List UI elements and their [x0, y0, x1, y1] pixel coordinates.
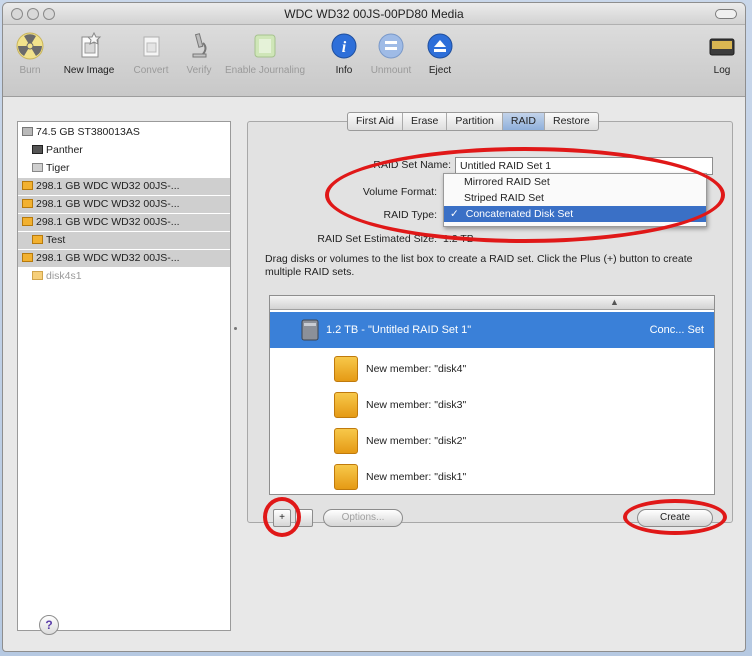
- help-button[interactable]: ?: [39, 615, 59, 635]
- verify-button[interactable]: Verify: [179, 31, 219, 76]
- splitter-handle[interactable]: [234, 327, 237, 330]
- annotation-oval-create: [623, 499, 727, 535]
- info-button[interactable]: i Info: [329, 31, 359, 76]
- unmount-button[interactable]: Unmount: [369, 31, 413, 76]
- external-disk-icon: [22, 181, 33, 190]
- eject-icon: [427, 33, 453, 59]
- burn-label: Burn: [19, 65, 41, 76]
- raid-set-icon: [301, 319, 319, 341]
- enable-journaling-label: Enable Journaling: [224, 65, 306, 76]
- tab-bar: First Aid Erase Partition RAID Restore: [347, 112, 599, 131]
- sidebar-item-label: 298.1 GB WDC WD32 00JS-...: [36, 252, 180, 264]
- info-label: Info: [335, 65, 353, 76]
- sidebar-item-disk4s1[interactable]: disk4s1: [18, 268, 230, 285]
- eject-button[interactable]: Eject: [423, 31, 457, 76]
- tab-partition[interactable]: Partition: [447, 113, 503, 130]
- volume-icon: [32, 145, 43, 154]
- log-icon: [709, 38, 735, 56]
- sidebar-item-label: 298.1 GB WDC WD32 00JS-...: [36, 180, 180, 192]
- convert-button[interactable]: Convert: [129, 31, 173, 76]
- sidebar-item-label: 298.1 GB WDC WD32 00JS-...: [36, 216, 180, 228]
- disk-list-sidebar: 74.5 GB ST380013AS Panther Tiger 298.1 G…: [17, 121, 231, 631]
- info-icon: i: [331, 33, 357, 59]
- sidebar-item-test[interactable]: Test: [18, 232, 230, 249]
- disk-utility-window: WDC WD32 00JS-00PD80 Media Burn New Imag…: [2, 2, 746, 652]
- list-header: ▲: [270, 296, 714, 310]
- minimize-window-button[interactable]: [27, 8, 39, 20]
- new-image-icon: [81, 31, 102, 58]
- member-row-disk4[interactable]: New member: "disk4": [270, 352, 714, 386]
- toolbar: Burn New Image Convert Verify Enable Jou…: [3, 25, 745, 97]
- sidebar-item-panther[interactable]: Panther: [18, 142, 230, 159]
- svg-text:i: i: [342, 39, 347, 56]
- sidebar-item-disk1[interactable]: 298.1 GB WDC WD32 00JS-...: [18, 178, 230, 195]
- sidebar-item-label: 74.5 GB ST380013AS: [36, 126, 140, 138]
- raid-set-type: Conc... Set: [649, 324, 704, 336]
- window-title: WDC WD32 00JS-00PD80 Media: [284, 7, 464, 21]
- sidebar-item-label: Panther: [46, 144, 83, 156]
- external-drive-icon: [334, 464, 358, 490]
- tab-raid[interactable]: RAID: [502, 113, 545, 130]
- options-button[interactable]: Options...: [323, 509, 403, 527]
- sidebar-item-tiger[interactable]: Tiger: [18, 160, 230, 177]
- log-button[interactable]: Log: [707, 31, 737, 76]
- journaling-icon: [254, 34, 276, 58]
- sidebar-item-disk2[interactable]: 298.1 GB WDC WD32 00JS-...: [18, 196, 230, 213]
- external-drive-icon: [334, 356, 358, 382]
- annotation-oval-plus: [263, 497, 301, 537]
- convert-icon: [143, 36, 160, 57]
- toolbar-toggle-button[interactable]: [715, 9, 737, 19]
- tab-first-aid[interactable]: First Aid: [348, 113, 403, 130]
- tab-restore[interactable]: Restore: [545, 113, 598, 130]
- log-label: Log: [713, 65, 731, 76]
- burn-button[interactable]: Burn: [13, 31, 47, 76]
- member-row-disk3[interactable]: New member: "disk3": [270, 388, 714, 422]
- new-image-label: New Image: [63, 65, 115, 76]
- sidebar-item-disk3[interactable]: 298.1 GB WDC WD32 00JS-...: [18, 214, 230, 231]
- sidebar-item-disk4[interactable]: 298.1 GB WDC WD32 00JS-...: [18, 250, 230, 267]
- member-row-disk1[interactable]: New member: "disk1": [270, 460, 714, 494]
- member-label: New member: "disk1": [366, 471, 467, 483]
- sidebar-item-label: 298.1 GB WDC WD32 00JS-...: [36, 198, 180, 210]
- external-disk-icon: [22, 253, 33, 262]
- new-image-button[interactable]: New Image: [59, 31, 119, 76]
- sort-arrow-icon[interactable]: ▲: [610, 297, 619, 307]
- volume-icon: [32, 235, 43, 244]
- annotation-oval-raid-type: [325, 147, 725, 243]
- close-window-button[interactable]: [11, 8, 23, 20]
- external-disk-icon: [22, 217, 33, 226]
- eject-label: Eject: [428, 65, 452, 76]
- tab-erase[interactable]: Erase: [403, 113, 448, 130]
- raid-set-list[interactable]: ▲ 1.2 TB - "Untitled RAID Set 1" Conc...…: [269, 295, 715, 495]
- raid-set-label: 1.2 TB - "Untitled RAID Set 1": [326, 324, 472, 336]
- member-row-disk2[interactable]: New member: "disk2": [270, 424, 714, 458]
- sidebar-item-label: Tiger: [46, 162, 70, 174]
- external-disk-icon: [22, 199, 33, 208]
- unmount-label: Unmount: [370, 65, 412, 76]
- volume-icon: [32, 271, 43, 280]
- sidebar-item-disk0[interactable]: 74.5 GB ST380013AS: [18, 124, 230, 141]
- hard-disk-icon: [22, 127, 33, 136]
- external-drive-icon: [334, 428, 358, 454]
- enable-journaling-button[interactable]: Enable Journaling: [223, 31, 307, 76]
- unmount-icon: [378, 33, 404, 59]
- convert-label: Convert: [133, 65, 169, 76]
- sidebar-item-label: Test: [46, 234, 66, 246]
- member-label: New member: "disk2": [366, 435, 467, 447]
- external-drive-icon: [334, 392, 358, 418]
- title-bar: WDC WD32 00JS-00PD80 Media: [3, 3, 745, 25]
- member-label: New member: "disk3": [366, 399, 467, 411]
- instructions-text: Drag disks or volumes to the list box to…: [265, 253, 693, 278]
- radiation-icon: [16, 32, 44, 60]
- verify-label: Verify: [186, 65, 212, 76]
- volume-icon: [32, 163, 43, 172]
- sidebar-item-label: disk4s1: [46, 270, 82, 282]
- zoom-window-button[interactable]: [43, 8, 55, 20]
- raid-set-row[interactable]: 1.2 TB - "Untitled RAID Set 1" Conc... S…: [270, 312, 714, 348]
- microscope-icon: [192, 33, 207, 58]
- member-label: New member: "disk4": [366, 363, 467, 375]
